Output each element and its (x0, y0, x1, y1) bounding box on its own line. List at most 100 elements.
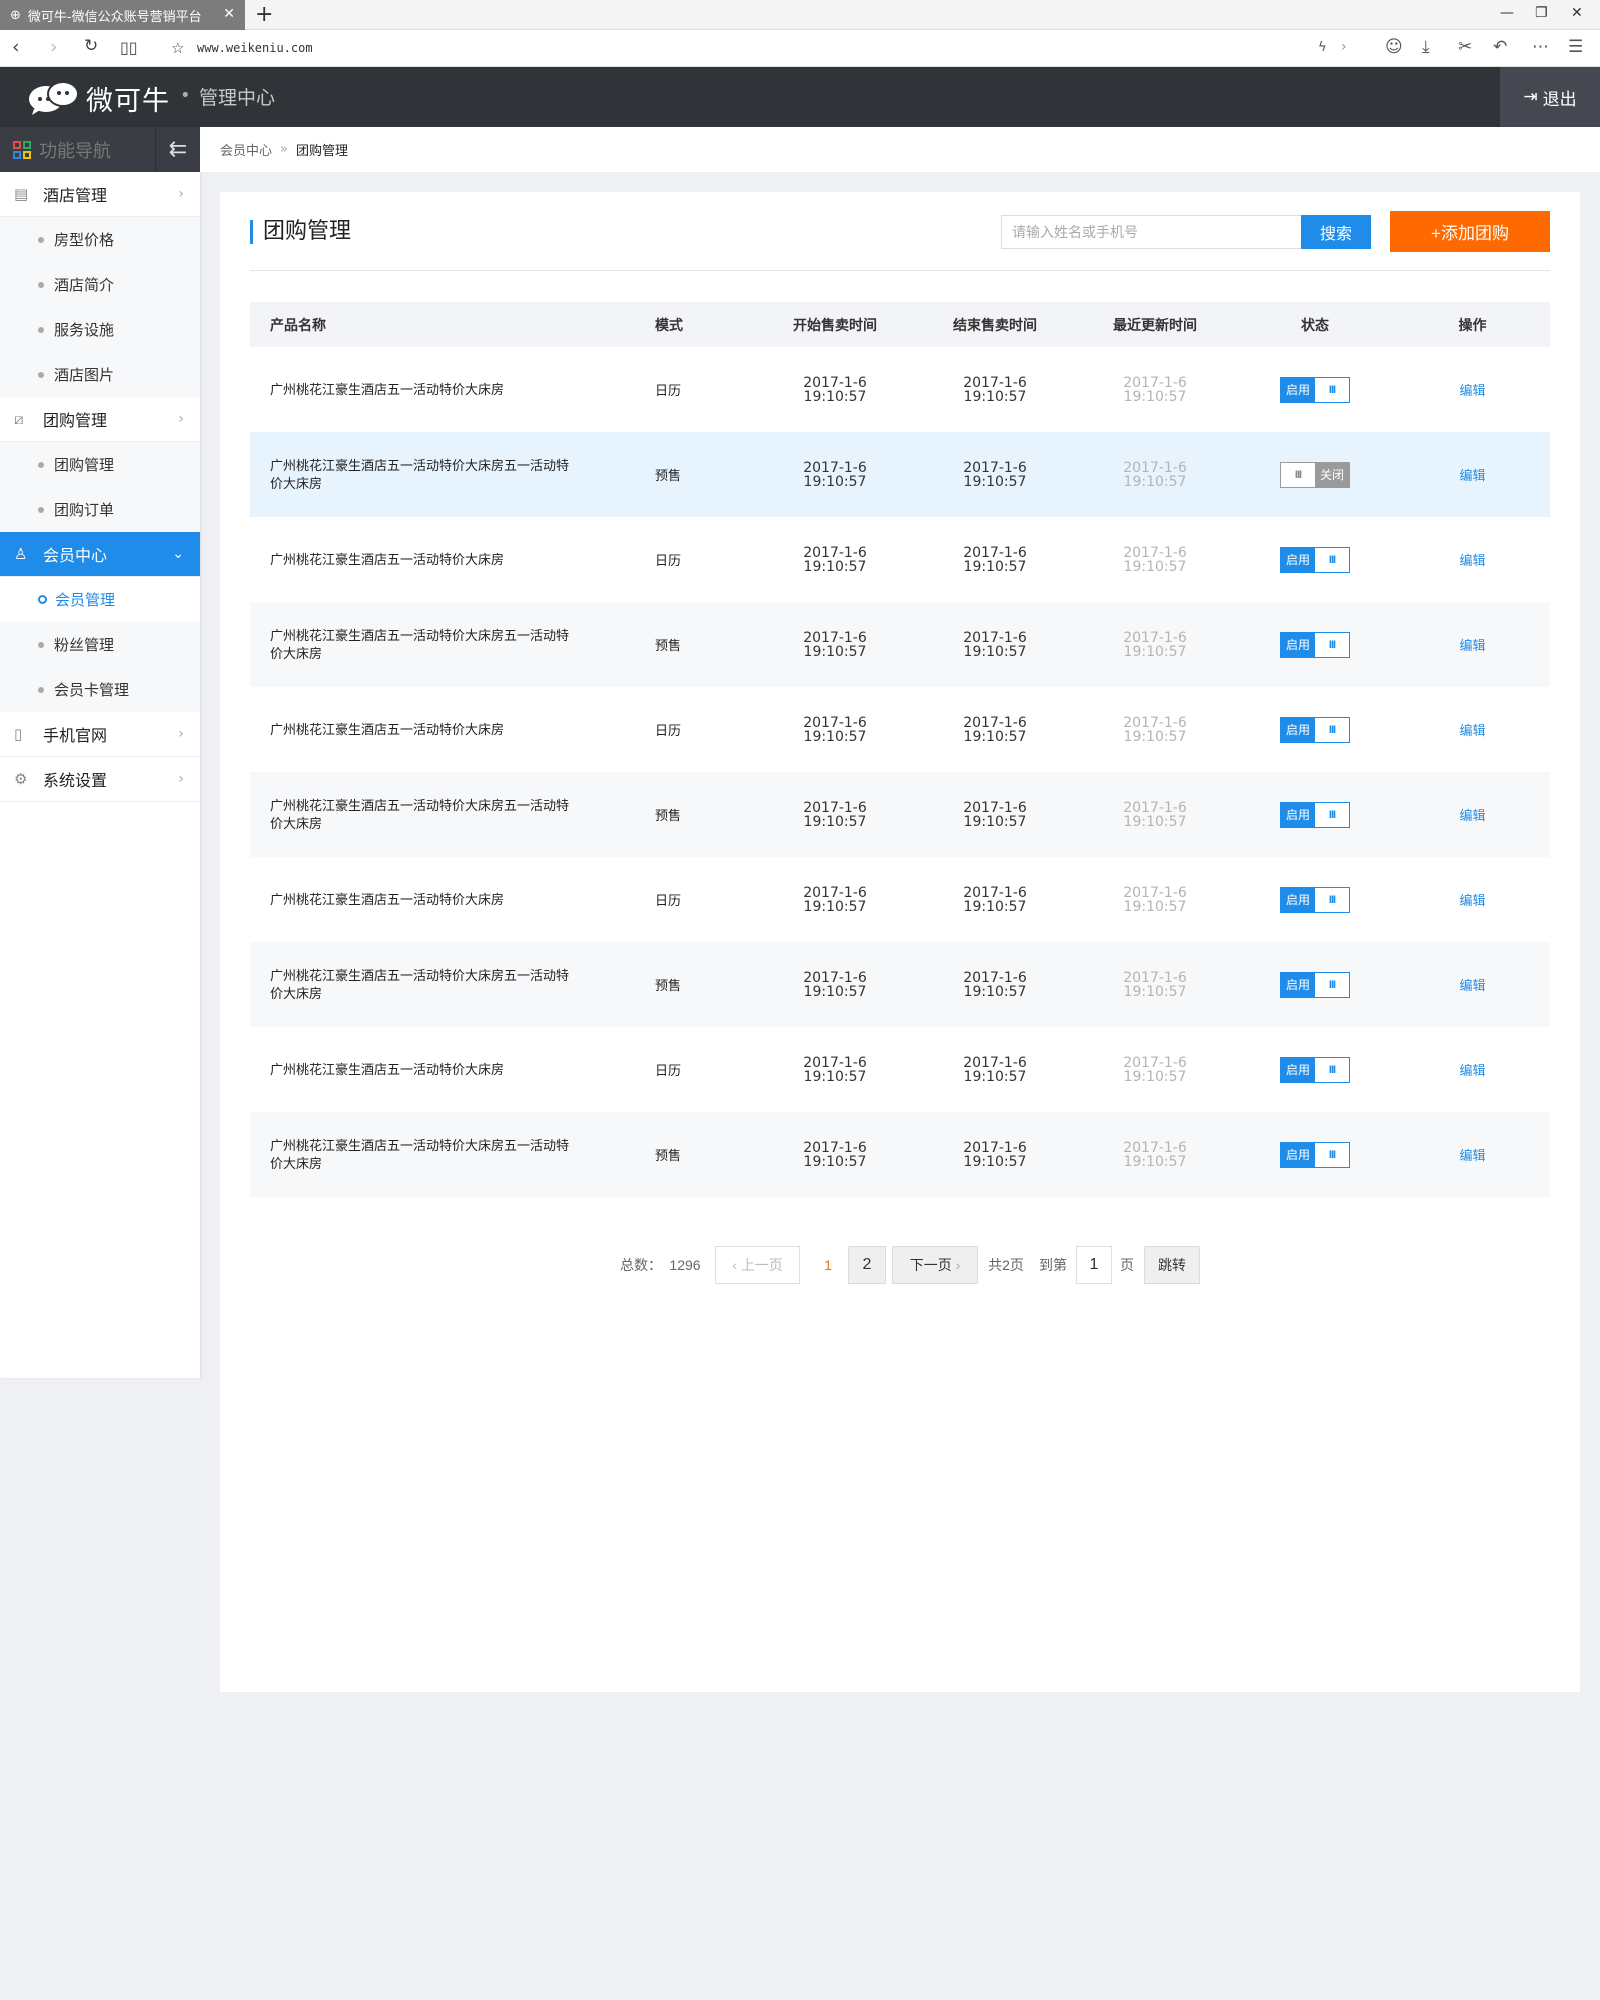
download-icon[interactable]: ⤓ (1422, 37, 1430, 57)
chevron-right-icon[interactable]: › (1341, 39, 1347, 55)
undo-icon[interactable]: ↶ (1493, 37, 1507, 57)
sidebar-item-label: 酒店图片 (54, 366, 115, 384)
edit-link[interactable]: 编辑 (1459, 1063, 1485, 1078)
table-row: 广州桃花江豪生酒店五一活动特价大床房 日历 2017-1-6 19:10:57 2017… (250, 857, 1550, 942)
sidebar-item-member-manage[interactable]: 会员管理 (0, 577, 200, 622)
search-button[interactable]: 搜索 (1301, 215, 1371, 249)
status-toggle[interactable]: 启用 III (1280, 1056, 1350, 1083)
browser-tab[interactable]: ⊕ 微可牛-微信公众账号营销平台 ✕ (0, 0, 245, 30)
back-icon[interactable]: ‹ (12, 36, 20, 58)
edit-link[interactable]: 编辑 (1459, 808, 1485, 823)
sidebar-item-groupbuy-orders[interactable]: 团购订单 (0, 487, 200, 532)
brand-separator: • (180, 85, 191, 106)
sidebar-group-groupbuy[interactable]: ⧄ 团购管理 › (0, 397, 200, 442)
close-window-icon[interactable]: ✕ (1571, 5, 1583, 21)
app-header: 微可牛 • 管理中心 ⇥ 退出 (0, 67, 1600, 127)
sidebar-group-settings[interactable]: ⚙ 系统设置 › (0, 757, 200, 802)
breadcrumb-parent[interactable]: 会员中心 (220, 140, 272, 159)
smiley-icon[interactable]: ☺ (1385, 37, 1403, 57)
edit-link[interactable]: 编辑 (1459, 893, 1485, 908)
status-toggle[interactable]: 启用 III (1280, 971, 1350, 998)
page-number[interactable]: 2 (848, 1246, 886, 1284)
edit-link[interactable]: 编辑 (1459, 723, 1485, 738)
status-toggle[interactable]: 启用 III (1280, 546, 1350, 573)
status-toggle[interactable]: 启用 III (1280, 1141, 1350, 1168)
goto-page-input[interactable]: 1 (1076, 1246, 1112, 1284)
action-cell: 编辑 (1395, 432, 1550, 517)
breadcrumb-current: 团购管理 (295, 144, 348, 159)
collapse-menu-icon[interactable]: ⇇ (155, 127, 200, 172)
bullet-icon (38, 461, 44, 468)
start-clock: 19:10:57 (803, 388, 867, 405)
next-page-button[interactable]: 下一页 › (892, 1246, 978, 1284)
bullet-icon (38, 281, 44, 288)
updated-clock: 19:10:57 (1123, 388, 1187, 405)
goto-label: 到第 (1039, 1257, 1067, 1273)
status-label: 关闭 (1315, 462, 1349, 487)
sidebar-group-hotel[interactable]: ▤ 酒店管理 › (0, 172, 200, 217)
reload-icon[interactable]: ↻ (84, 36, 98, 56)
sidebar-item-room-price[interactable]: 房型价格 (0, 217, 200, 262)
end-time-cell: 2017-1-6 19:10:57 (915, 857, 1075, 942)
end-time-cell: 2017-1-6 19:10:57 (915, 942, 1075, 1027)
lightning-icon[interactable]: ϟ (1318, 40, 1327, 55)
add-groupbuy-button[interactable]: +添加团购 (1390, 211, 1550, 252)
status-toggle[interactable]: 启用 III (1280, 716, 1350, 743)
page-count: 共2页 (988, 1257, 1024, 1273)
status-cell: III 关闭 (1235, 432, 1395, 517)
start-date: 2017-1-6 (803, 374, 867, 391)
status-toggle[interactable]: 启用 III (1280, 631, 1350, 658)
column-header: 产品名称 (250, 302, 635, 347)
status-toggle[interactable]: 启用 III (1280, 801, 1350, 828)
star-icon[interactable]: ☆ (171, 39, 184, 57)
sidebar-group-mobile-site[interactable]: ▯ 手机官网 › (0, 712, 200, 757)
end-time-cell: 2017-1-6 19:10:57 (915, 1112, 1075, 1197)
more-icon[interactable]: ⋯ (1532, 37, 1549, 57)
breadcrumb-separator-icon: » (280, 142, 288, 157)
menu-icon[interactable]: ☰ (1568, 37, 1583, 57)
edit-link[interactable]: 编辑 (1459, 553, 1485, 568)
globe-icon: ⊕ (10, 7, 21, 23)
sidebar-item-member-cards[interactable]: 会员卡管理 (0, 667, 200, 712)
sidebar-item-label: 酒店简介 (54, 276, 115, 294)
logout-button[interactable]: ⇥ 退出 (1500, 67, 1600, 127)
reader-icon[interactable]: ▯▯ (120, 38, 138, 57)
end-clock: 19:10:57 (963, 898, 1027, 915)
sidebar-item-hotel-intro[interactable]: 酒店简介 (0, 262, 200, 307)
column-header: 开始售卖时间 (755, 302, 915, 347)
sidebar-group-members[interactable]: ♙ 会员中心 ⌄ (0, 532, 200, 577)
goto-button[interactable]: 跳转 (1144, 1246, 1200, 1284)
page-number-current[interactable]: 1 (808, 1246, 848, 1284)
sidebar-item-label: 服务设施 (54, 321, 115, 339)
chevron-down-icon: ⌄ (172, 546, 184, 562)
url-field[interactable]: www.weikeniu.com (197, 41, 313, 55)
prev-page-button[interactable]: ‹ 上一页 (715, 1246, 800, 1284)
forward-icon[interactable]: › (50, 36, 58, 58)
sidebar-item-facilities[interactable]: 服务设施 (0, 307, 200, 352)
search-input[interactable] (1001, 215, 1301, 249)
status-label: 启用 (1281, 547, 1315, 572)
status-toggle[interactable]: III 关闭 (1280, 461, 1350, 488)
edit-link[interactable]: 编辑 (1459, 978, 1485, 993)
end-clock: 19:10:57 (963, 813, 1027, 830)
browser-tabbar: ⊕ 微可牛-微信公众账号营销平台 ✕ + — ❐ ✕ (0, 0, 1600, 30)
sidebar-item-hotel-photos[interactable]: 酒店图片 (0, 352, 200, 397)
updated-date: 2017-1-6 (1123, 884, 1187, 901)
edit-link[interactable]: 编辑 (1459, 638, 1485, 653)
updated-clock: 19:10:57 (1123, 813, 1187, 830)
restore-icon[interactable]: ❐ (1535, 5, 1548, 21)
minimize-icon[interactable]: — (1500, 5, 1514, 21)
start-time-cell: 2017-1-6 19:10:57 (755, 772, 915, 857)
scissors-icon[interactable]: ✂ (1458, 37, 1472, 57)
sidebar-item-groupbuy-manage[interactable]: 团购管理 (0, 442, 200, 487)
new-tab-icon[interactable]: + (255, 2, 273, 27)
table-row: 广州桃花江豪生酒店五一活动特价大床房五一活动特价大床房 预售 2017-1-6 19:… (250, 1112, 1550, 1197)
edit-link[interactable]: 编辑 (1459, 468, 1485, 483)
status-toggle[interactable]: 启用 III (1280, 376, 1350, 403)
edit-link[interactable]: 编辑 (1459, 383, 1485, 398)
edit-link[interactable]: 编辑 (1459, 1148, 1485, 1163)
status-toggle[interactable]: 启用 III (1280, 886, 1350, 913)
sidebar-item-fans[interactable]: 粉丝管理 (0, 622, 200, 667)
status-label: 启用 (1281, 1142, 1315, 1167)
tab-close-icon[interactable]: ✕ (223, 6, 235, 22)
